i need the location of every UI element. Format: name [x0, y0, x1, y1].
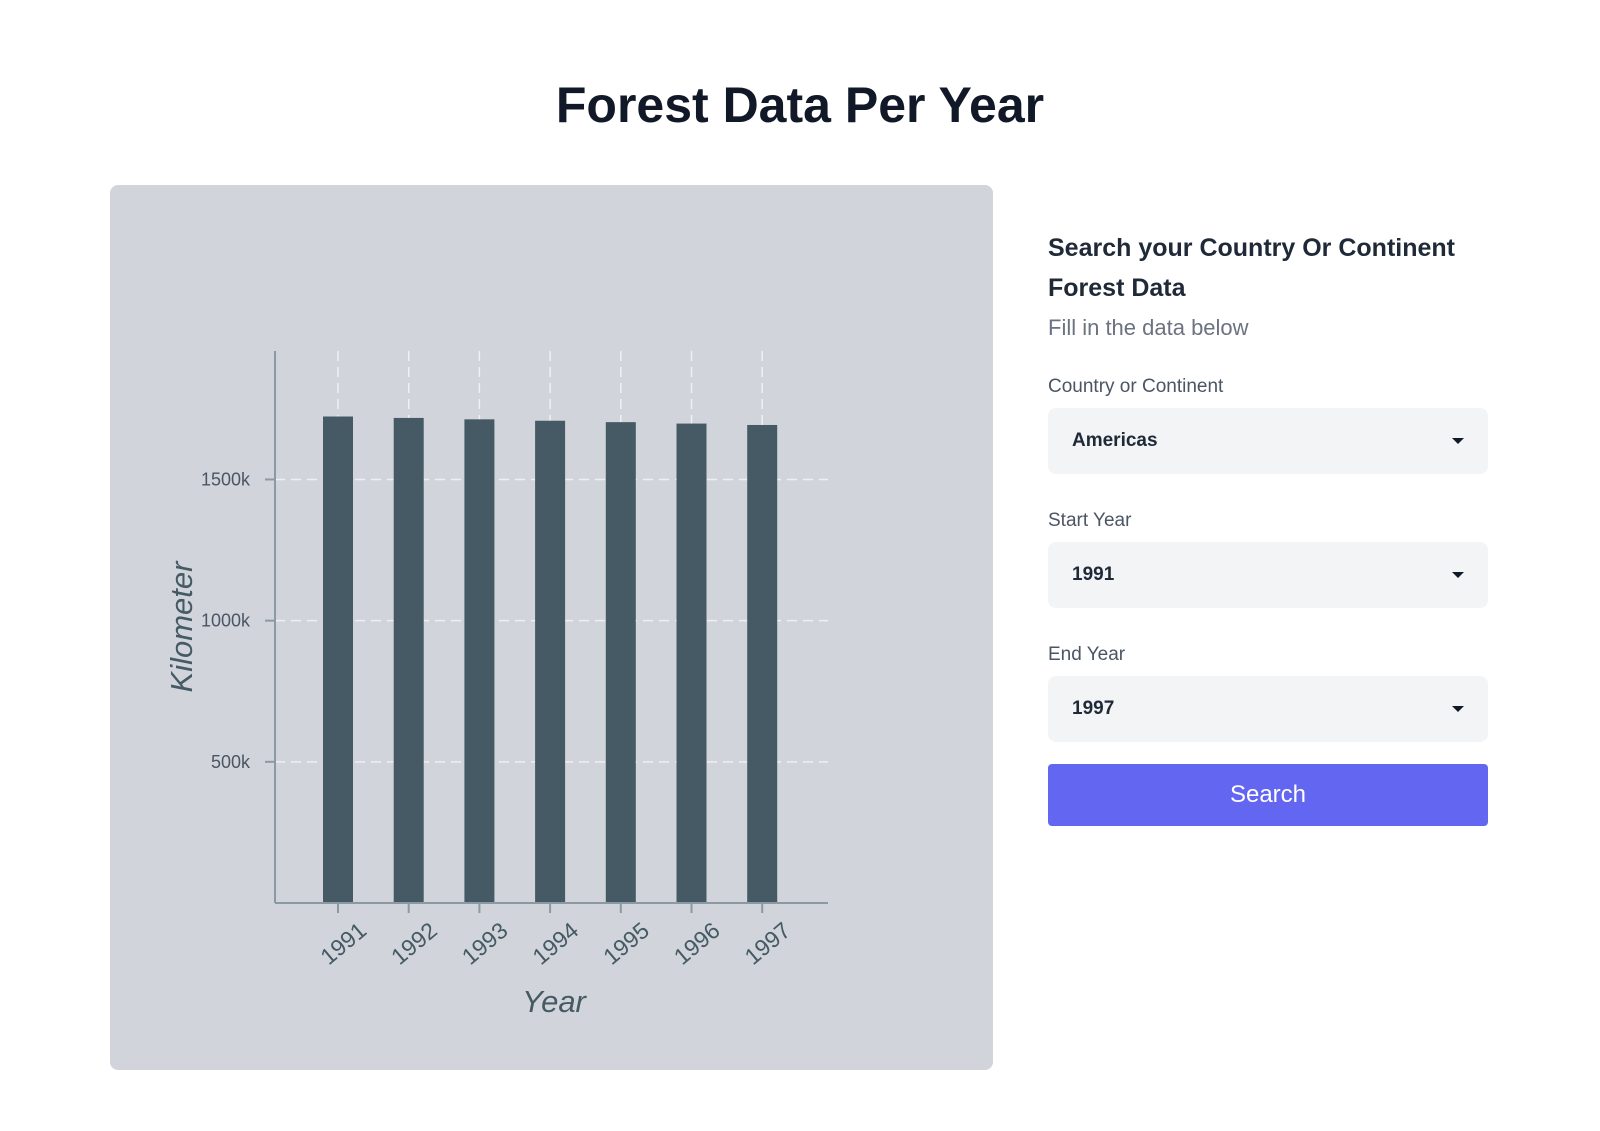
x-tick-label: 1994 — [527, 917, 583, 970]
bars — [323, 416, 778, 903]
start-year-label: Start Year — [1048, 510, 1132, 531]
form-subheading: Fill in the data below — [1048, 315, 1249, 340]
end-year-value: 1997 — [1072, 698, 1115, 719]
y-axis-label: Kilometer — [164, 560, 199, 693]
bar — [747, 424, 778, 903]
country-select[interactable]: Americas — [1048, 408, 1488, 474]
chart-card: 500k 1000k 1500k 1991 1992 1993 1994 1995 1996 1… — [110, 185, 993, 1070]
caret-down-icon — [1452, 706, 1464, 712]
x-tick-label: 1997 — [740, 917, 796, 970]
bar — [676, 423, 707, 903]
bar — [464, 419, 495, 903]
x-axis-label: Year — [522, 984, 587, 1019]
x-tick-label: 1993 — [457, 917, 513, 970]
end-year-field: End Year 1997 — [1048, 642, 1488, 742]
page-title: Forest Data Per Year — [555, 77, 1045, 133]
y-tick-label: 1500k — [201, 469, 251, 489]
x-ticks: 1991 1992 1993 1994 1995 1996 1997 — [315, 903, 795, 970]
caret-down-icon — [1452, 572, 1464, 578]
forest-bar-chart: 500k1000k1500k 1991 1992 1993 1994 1995 1996 1… — [164, 351, 828, 1019]
y-tick-label: 500k — [211, 752, 251, 772]
country-label: Country or Continent — [1048, 376, 1224, 397]
start-year-field: Start Year 1991 — [1048, 508, 1488, 608]
x-tick-label: 1992 — [386, 917, 442, 970]
y-tick-label: 1000k — [201, 611, 251, 631]
search-button[interactable]: Search — [1048, 764, 1488, 826]
bar — [323, 416, 353, 903]
caret-down-icon — [1452, 438, 1464, 444]
y-ticks: 500k 1000k 1500k — [201, 469, 275, 772]
x-tick-label: 1996 — [669, 917, 725, 970]
bar — [535, 420, 566, 903]
end-year-label: End Year — [1048, 644, 1126, 665]
start-year-value: 1991 — [1072, 564, 1115, 585]
country-field: Country or Continent Americas — [1048, 374, 1488, 474]
country-select-value: Americas — [1072, 430, 1158, 451]
x-tick-label: 1991 — [315, 917, 371, 970]
end-year-select[interactable]: 1997 — [1048, 676, 1488, 742]
start-year-select[interactable]: 1991 — [1048, 542, 1488, 608]
bar — [605, 422, 636, 903]
bar — [393, 417, 424, 903]
form-heading: Search your Country Or Continent Forest … — [1048, 234, 1455, 302]
x-tick-label: 1995 — [598, 917, 654, 970]
search-form: Search your Country Or Continent Forest … — [1048, 228, 1488, 826]
